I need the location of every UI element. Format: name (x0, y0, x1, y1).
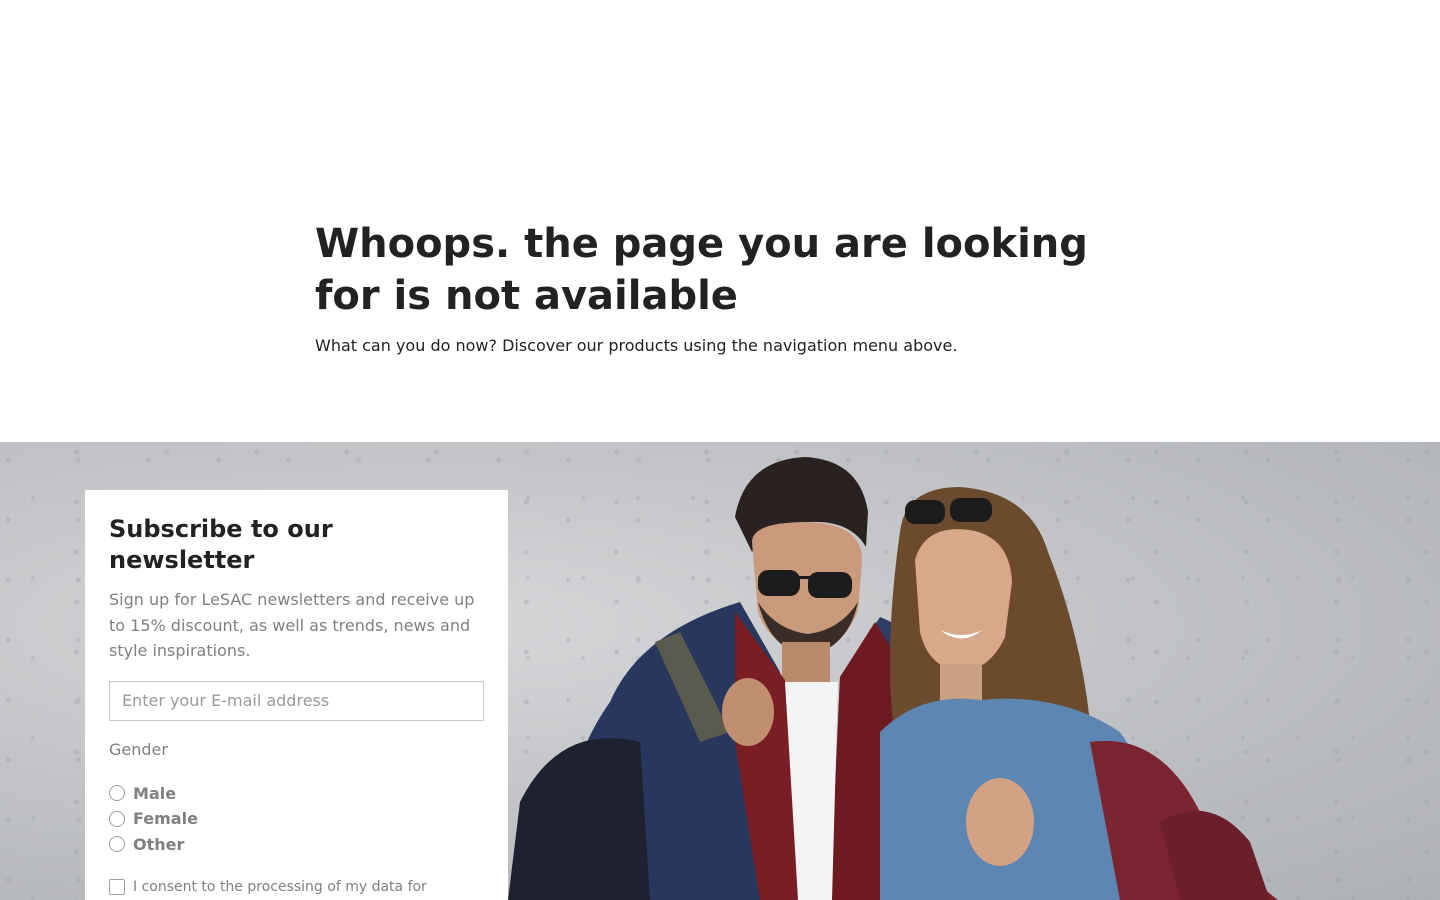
error-title: Whoops. the page you are looking for is … (315, 221, 1088, 319)
consent-label: I consent to the processing of my data f… (133, 879, 427, 900)
newsletter-card: Subscribe to our newsletter Sign up for … (85, 490, 508, 900)
newsletter-title: Subscribe to our newsletter (109, 515, 333, 574)
gender-option-female[interactable]: Female (109, 806, 484, 832)
radio-button[interactable] (109, 785, 125, 802)
email-input[interactable] (109, 680, 484, 721)
gender-option-male[interactable]: Male (109, 781, 484, 807)
gender-option-label: Female (133, 809, 198, 829)
error-message: What can you do now? Discover our produc… (315, 336, 958, 355)
gender-option-other[interactable]: Other (109, 832, 484, 858)
radio-button[interactable] (109, 810, 125, 827)
gender-option-label: Other (133, 834, 185, 854)
consent-checkbox[interactable] (109, 879, 125, 895)
radio-button[interactable] (109, 836, 125, 853)
newsletter-description: Sign up for LeSAC newsletters and receiv… (109, 590, 475, 660)
error-section: Whoops. the page you are looking for is … (315, 218, 1135, 357)
consent-row[interactable]: I consent to the processing of my data f… (109, 877, 484, 900)
gender-options: Male Female Other (109, 781, 484, 858)
gender-label: Gender (109, 739, 168, 759)
gender-option-label: Male (133, 783, 177, 803)
